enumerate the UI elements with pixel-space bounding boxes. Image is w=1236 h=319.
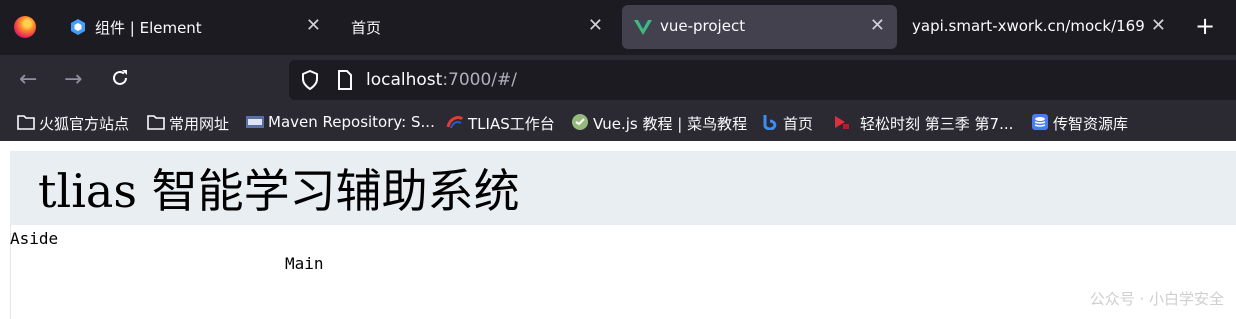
video-icon	[835, 116, 849, 129]
main-label: Main	[285, 254, 324, 273]
page-icon[interactable]	[337, 70, 353, 90]
tab-bar: 组件 | Element ✕ 首页 ✕ vue-project ✕ yapi.s…	[0, 0, 1236, 55]
folder-icon	[17, 115, 35, 130]
url-path: :7000/#/	[442, 70, 518, 90]
tab-label: 首页	[351, 19, 382, 37]
bookmark-label: 传智资源库	[1053, 115, 1129, 133]
firefox-logo-icon[interactable]	[14, 16, 36, 38]
database-icon	[1032, 114, 1048, 130]
tab-home[interactable]: 首页 ✕	[339, 5, 615, 49]
folder-icon	[147, 115, 165, 130]
watermark: 公众号 · 小白学安全	[1089, 290, 1224, 308]
bookmark-label: 轻松时刻 第三季 第7...	[860, 115, 1014, 133]
app-header: tlias 智能学习辅助系统	[10, 151, 1236, 225]
page-viewport: tlias 智能学习辅助系统 Aside Main 公众号 · 小白学安全	[0, 141, 1236, 319]
tab-element[interactable]: 组件 | Element ✕	[57, 5, 333, 49]
bookmark-label: Maven Repository: S...	[268, 113, 435, 131]
tab-yapi[interactable]: yapi.smart-xwork.cn/mock/16932 ✕	[902, 5, 1178, 49]
tab-vue-project[interactable]: vue-project ✕	[622, 5, 897, 49]
back-button[interactable]: ←	[19, 67, 37, 93]
url-host: localhost	[366, 70, 443, 90]
url-text[interactable]: localhost:7000/#/	[366, 70, 517, 90]
reload-button[interactable]	[109, 67, 131, 96]
tlias-icon	[446, 116, 464, 129]
runoob-icon	[572, 114, 588, 130]
bookmark-label: 火狐官方站点	[39, 115, 130, 133]
bookmark-label: Vue.js 教程 | 菜鸟教程	[593, 115, 748, 133]
page-title: tlias 智能学习辅助系统	[38, 164, 520, 218]
bookmark-label: TLIAS工作台	[468, 115, 555, 133]
reload-icon	[113, 70, 127, 85]
close-icon[interactable]: ✕	[306, 15, 321, 36]
navigation-bar: ← → localhost:7000/#/	[0, 55, 1236, 105]
tab-label: vue-project	[660, 17, 746, 35]
bookmark-label: 首页	[783, 115, 814, 133]
close-icon[interactable]: ✕	[1151, 15, 1166, 36]
tab-label: yapi.smart-xwork.cn/mock/16932	[912, 17, 1144, 35]
url-bar[interactable]: localhost:7000/#/	[289, 60, 1236, 100]
shield-icon[interactable]	[301, 70, 319, 90]
vue-icon	[634, 20, 652, 35]
bookmarks-toolbar: 火狐官方站点 常用网址 Maven Repository: S... TLIAS…	[0, 105, 1236, 141]
maven-icon	[246, 116, 264, 128]
tab-label: 组件 | Element	[95, 19, 202, 37]
close-icon[interactable]: ✕	[870, 15, 885, 36]
forward-button[interactable]: →	[64, 67, 82, 93]
aside-label: Aside	[10, 229, 59, 248]
new-tab-button[interactable]: +	[1195, 12, 1215, 40]
b-icon	[763, 115, 777, 130]
close-icon[interactable]: ✕	[588, 15, 603, 36]
element-icon	[71, 19, 85, 35]
bookmark-label: 常用网址	[169, 115, 230, 133]
